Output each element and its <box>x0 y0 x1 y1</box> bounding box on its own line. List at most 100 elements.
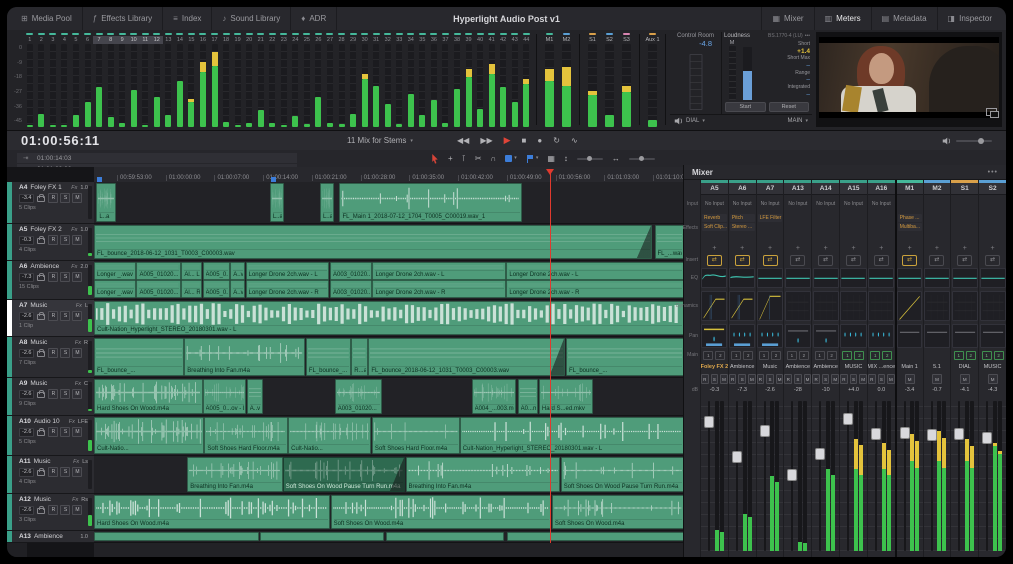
strip-mute-button[interactable]: M <box>905 374 915 384</box>
effect-plugin[interactable]: Stereo ... <box>730 223 755 231</box>
strip-mute-button[interactable]: M <box>859 374 867 384</box>
audio-clip[interactable]: Al... R <box>181 280 202 298</box>
track-record-button[interactable]: R <box>48 389 58 399</box>
audio-clip[interactable]: Soft Shoes Hard Floor.m4a <box>372 417 460 454</box>
bus-assign-button[interactable]: 1 <box>870 351 880 360</box>
audio-clip[interactable]: Hard S...ed.mkv <box>539 379 593 414</box>
track-solo-button[interactable]: S <box>60 193 70 203</box>
track-solo-button[interactable]: S <box>60 311 70 321</box>
track-header-a5[interactable]: A5Foley FX 2Fx1.0-0.3RSM4 Clips <box>7 224 94 261</box>
strip-mute-button[interactable]: M <box>748 374 756 384</box>
pan-thumbnail[interactable] <box>813 324 839 348</box>
fader-handle[interactable] <box>982 432 992 444</box>
mixer-menu-icon[interactable]: ••• <box>988 169 998 176</box>
strip-solo-button[interactable]: S <box>822 374 830 384</box>
strip-solo-button[interactable]: S <box>738 374 746 384</box>
track-header-a11[interactable]: A11MusicFxLs-2.6RSM4 Clips <box>7 456 94 494</box>
audio-clip[interactable] <box>386 532 504 541</box>
audio-clip[interactable] <box>94 532 259 541</box>
loop-button[interactable]: ↻ <box>553 137 560 145</box>
track-header-a13[interactable]: A13Ambience1.0 <box>7 531 94 543</box>
audio-clip[interactable]: Longer Drone 2ch.wav - R <box>246 280 330 298</box>
track-record-button[interactable]: R <box>48 235 58 245</box>
track-record-button[interactable]: R <box>48 467 58 477</box>
audio-clip[interactable]: A003_01020... <box>335 379 382 414</box>
track-mute-button[interactable]: M <box>72 193 82 203</box>
panel-button-inspector[interactable]: ◨Inspector <box>937 7 1002 30</box>
lock-icon[interactable] <box>37 275 45 281</box>
fast-forward-button[interactable]: ▶▶ <box>480 137 492 145</box>
audio-clip[interactable]: FL_Main 1_2018-07-12_1704_T0005_C00019.w… <box>339 183 522 222</box>
loudness-start-button[interactable]: Start <box>725 102 766 112</box>
strip-input[interactable]: No Input <box>812 195 839 213</box>
strip-mute-button[interactable]: M <box>932 374 942 384</box>
pan-thumbnail[interactable] <box>952 324 978 348</box>
insert-button[interactable]: ⇄ <box>985 255 1000 266</box>
razor-tool[interactable]: ✂ <box>475 155 482 163</box>
dynamics-thumbnail[interactable] <box>840 291 866 322</box>
track-solo-button[interactable]: S <box>60 348 70 358</box>
horizontal-zoom[interactable]: ↔ <box>612 155 620 163</box>
dynamics-thumbnail[interactable] <box>980 291 1006 322</box>
eq-thumbnail[interactable] <box>813 268 839 289</box>
clip-color-dropdown[interactable]: ▾ <box>505 155 517 162</box>
bus-assign-button[interactable]: 1 <box>759 351 769 360</box>
audio-clip[interactable]: Soft Shoes On Wood.m4a <box>552 495 684 529</box>
add-effect-button[interactable]: + <box>784 243 811 253</box>
add-effect-button[interactable]: + <box>840 243 867 253</box>
track-header-a8[interactable]: A8MusicFxR-2.6RSM7 Clips <box>7 337 94 378</box>
pan-thumbnail[interactable] <box>897 324 922 348</box>
strip-input[interactable] <box>979 195 1006 213</box>
pan-thumbnail[interactable] <box>757 324 783 348</box>
insert-button[interactable]: ⇄ <box>902 255 917 266</box>
page-button-adr[interactable]: ♦ADR <box>291 7 337 30</box>
panel-button-metadata[interactable]: ▤Metadata <box>871 7 937 30</box>
fader-handle[interactable] <box>871 428 881 440</box>
pan-thumbnail[interactable] <box>840 324 866 348</box>
play-button[interactable]: ▶ <box>504 136 511 145</box>
track-solo-button[interactable]: S <box>60 427 70 437</box>
eq-thumbnail[interactable] <box>897 268 922 289</box>
eq-thumbnail[interactable] <box>840 268 866 289</box>
add-effect-button[interactable]: + <box>729 243 756 253</box>
audio-clip[interactable]: L..a <box>270 183 284 222</box>
marker-tool[interactable]: ∩ <box>491 155 497 163</box>
pan-thumbnail[interactable] <box>868 324 894 348</box>
audio-clip[interactable]: Longer _.wav - R <box>94 280 136 298</box>
selection-tool[interactable] <box>431 154 439 164</box>
add-effect-button[interactable]: + <box>979 243 1006 253</box>
insert-button[interactable]: ⇄ <box>735 255 750 266</box>
track-record-button[interactable]: R <box>48 427 58 437</box>
dynamics-thumbnail[interactable] <box>952 291 978 322</box>
strip-solo-button[interactable]: S <box>794 374 802 384</box>
insert-button[interactable]: ⇄ <box>874 255 889 266</box>
track-mute-button[interactable]: M <box>72 505 82 515</box>
audio-clip[interactable]: Longer Drone 2ch.wav - L <box>506 262 684 280</box>
lock-icon[interactable] <box>37 351 45 357</box>
lock-icon[interactable] <box>37 392 45 398</box>
eq-thumbnail[interactable] <box>868 268 894 289</box>
audio-clip[interactable]: A0...mov <box>518 379 538 414</box>
audio-clip[interactable]: A005_01020... <box>136 262 180 280</box>
track-mute-button[interactable]: M <box>72 467 82 477</box>
hzoom-slider[interactable] <box>629 158 655 160</box>
timeline-selector[interactable]: 11 Mix for Stems▾ <box>347 136 413 145</box>
audio-clip[interactable]: A..v <box>230 280 245 298</box>
audio-clip[interactable]: Hard Shoes On Wood.m4a <box>94 495 330 529</box>
eq-thumbnail[interactable] <box>729 268 755 289</box>
add-effect-button[interactable]: + <box>897 243 923 253</box>
audio-clip[interactable]: FL_...wav <box>655 225 685 259</box>
volume-slider[interactable] <box>956 140 992 142</box>
track-header-a7[interactable]: A7MusicFxL-2.6RSM1 Clip <box>7 300 94 337</box>
audio-clip[interactable]: A003_01020... <box>330 262 372 280</box>
pan-thumbnail[interactable] <box>980 324 1006 348</box>
audio-clip[interactable]: Cult-Natio... <box>94 417 204 454</box>
audio-clip[interactable]: FL_bounce_... <box>94 338 184 376</box>
strip-record-button[interactable]: R <box>729 374 737 384</box>
strip-input[interactable]: No Input <box>701 195 728 213</box>
range-selection-tool[interactable]: + <box>448 155 453 163</box>
bus-assign-button[interactable]: 2 <box>799 351 809 360</box>
insert-button[interactable]: ⇄ <box>957 255 972 266</box>
audio-clip[interactable]: Soft Shoes Hard Floor.m4a <box>204 417 287 454</box>
bus-assign-button[interactable]: 2 <box>715 351 725 360</box>
